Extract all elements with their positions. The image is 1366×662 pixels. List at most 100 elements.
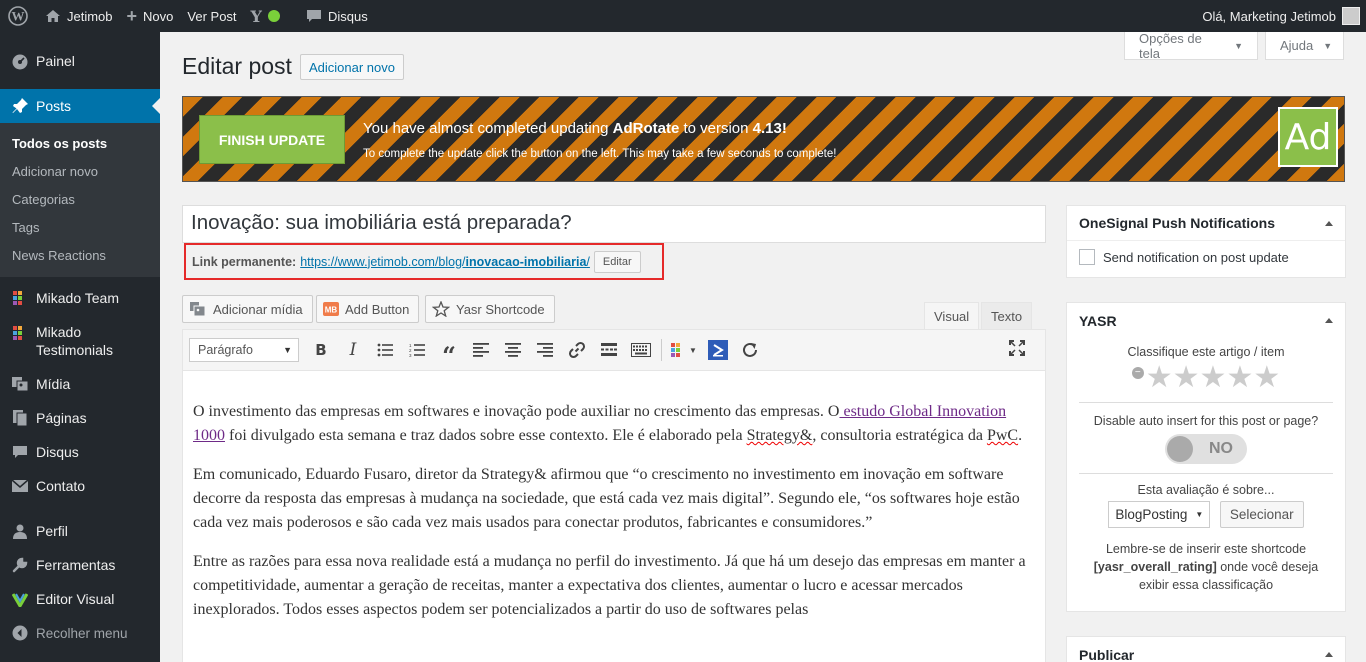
- sidebar-item-mikado-team[interactable]: Mikado Team: [0, 281, 160, 315]
- insert-link-button[interactable]: [561, 336, 593, 364]
- numbered-list-button[interactable]: 123: [401, 336, 433, 364]
- sidebar-item-posts[interactable]: Posts: [0, 89, 160, 123]
- comment-bubble-icon: [10, 442, 30, 462]
- about-label: Esta avaliação é sobre...: [1137, 483, 1275, 497]
- yasr-shortcode-button[interactable]: Yasr Shortcode: [425, 295, 555, 323]
- permalink-url[interactable]: https://www.jetimob.com/blog/inovacao-im…: [300, 255, 590, 269]
- item-type-select[interactable]: BlogPosting ▼: [1108, 501, 1211, 528]
- disqus-shortcode-button[interactable]: [702, 336, 734, 364]
- editor-content[interactable]: O investimento das empresas em softwares…: [183, 371, 1045, 622]
- caret-down-icon: ▼: [283, 345, 292, 355]
- sidebar-item-label: Mikado Team: [36, 290, 120, 306]
- select-item-type-button[interactable]: Selecionar: [1219, 501, 1304, 528]
- read-more-button[interactable]: [593, 336, 625, 364]
- bold-button[interactable]: B: [305, 336, 337, 364]
- clear-rating-icon[interactable]: −: [1131, 367, 1144, 379]
- onesignal-header[interactable]: OneSignal Push Notifications: [1067, 206, 1345, 241]
- add-new-button[interactable]: Adicionar novo: [300, 54, 404, 80]
- yasr-header[interactable]: YASR: [1067, 303, 1345, 338]
- publish-header[interactable]: Publicar: [1067, 637, 1345, 662]
- add-media-button[interactable]: Adicionar mídia: [182, 295, 313, 323]
- star-icon[interactable]: ★: [1173, 363, 1200, 393]
- yoast-seo-link[interactable]: Y: [244, 0, 287, 32]
- chevron-box-icon: [708, 340, 728, 360]
- post-title-input[interactable]: Inovação: sua imobiliária está preparada…: [182, 205, 1046, 243]
- mikado-shortcodes-button[interactable]: ▼: [666, 336, 702, 364]
- star-icon[interactable]: ★: [1200, 363, 1227, 393]
- blockquote-button[interactable]: “: [433, 336, 465, 370]
- mikado-grid-icon: [10, 288, 30, 308]
- toggle-knob: [1167, 436, 1193, 462]
- refresh-button[interactable]: [734, 336, 766, 364]
- add-button-button[interactable]: MB Add Button: [316, 295, 420, 323]
- sidebar-item-label: Mikado Testimonials: [36, 323, 113, 359]
- new-content-link[interactable]: + Novo: [120, 0, 181, 32]
- sidebar-item-painel[interactable]: Painel: [0, 44, 160, 78]
- italic-button[interactable]: I: [337, 336, 369, 364]
- submenu-all-posts[interactable]: Todos os posts: [0, 129, 160, 157]
- finish-update-button[interactable]: FINISH UPDATE: [199, 115, 345, 164]
- disqus-link[interactable]: Disqus: [299, 0, 375, 32]
- sidebar-item-paginas[interactable]: Páginas: [0, 401, 160, 435]
- toolbar-toggle-button[interactable]: [625, 336, 657, 364]
- submenu-tags[interactable]: Tags: [0, 213, 160, 241]
- auto-insert-toggle[interactable]: NO: [1165, 434, 1247, 464]
- shortcode: [yasr_overall_rating]: [1093, 560, 1217, 574]
- star-icon[interactable]: ★: [1226, 363, 1253, 393]
- comment-bubble-icon: [306, 9, 322, 23]
- msg-part: to version: [679, 120, 753, 137]
- sidebar-item-disqus[interactable]: Disqus: [0, 435, 160, 469]
- submenu-categories[interactable]: Categorias: [0, 185, 160, 213]
- caret-up-icon: [1325, 220, 1333, 226]
- submenu-news-reactions[interactable]: News Reactions: [0, 241, 160, 269]
- fullscreen-button[interactable]: [1009, 340, 1025, 359]
- star-rating[interactable]: − ★ ★ ★ ★ ★: [1067, 363, 1345, 393]
- collapse-menu-button[interactable]: Recolher menu: [0, 616, 160, 650]
- view-post-link[interactable]: Ver Post: [180, 0, 243, 32]
- tab-text[interactable]: Texto: [981, 302, 1033, 330]
- sidebar-item-contato[interactable]: Contato: [0, 469, 160, 503]
- edit-permalink-button[interactable]: Editar: [593, 250, 641, 273]
- rate-label: Classifique este artigo / item: [1127, 345, 1285, 359]
- send-notification-checkbox[interactable]: [1079, 249, 1095, 265]
- sidebar-item-mikado-testimonials[interactable]: Mikado Testimonials: [0, 315, 160, 367]
- help-button[interactable]: Ajuda ▼: [1265, 32, 1344, 60]
- star-icon[interactable]: ★: [1146, 363, 1173, 393]
- tab-visual[interactable]: Visual: [924, 302, 980, 330]
- item-type-row: BlogPosting ▼ Selecionar: [1067, 501, 1345, 528]
- yasr-shortcode-label: Yasr Shortcode: [456, 301, 545, 317]
- align-center-button[interactable]: [497, 336, 529, 364]
- select-value: BlogPosting: [1115, 507, 1188, 522]
- sidebar-item-ferramentas[interactable]: Ferramentas: [0, 548, 160, 582]
- star-icon[interactable]: ★: [1253, 363, 1280, 393]
- update-instructions: To complete the update click the button …: [363, 148, 837, 160]
- submenu-add-new[interactable]: Adicionar novo: [0, 157, 160, 185]
- publish-box: Publicar: [1066, 636, 1346, 662]
- align-left-button[interactable]: [465, 336, 497, 364]
- dashboard-icon: [10, 51, 30, 71]
- align-right-button[interactable]: [529, 336, 561, 364]
- sidebar-item-label: Perfil: [36, 523, 68, 539]
- version-number: 4.13: [752, 120, 782, 137]
- sidebar-item-midia[interactable]: Mídia: [0, 367, 160, 401]
- align-left-icon: [473, 343, 489, 357]
- msg-part: !: [781, 120, 787, 137]
- my-account[interactable]: Olá, Marketing Jetimob: [1202, 0, 1366, 32]
- wrench-icon: [10, 555, 30, 575]
- media-icon: [10, 374, 30, 394]
- permalink-end: /: [586, 254, 590, 269]
- add-button-label: Add Button: [345, 301, 410, 317]
- wordpress-logo-icon[interactable]: W: [0, 0, 38, 32]
- update-message: You have almost completed updating AdRot…: [363, 120, 787, 137]
- disqus-label: Disqus: [327, 8, 368, 24]
- text: O investimento das empresas em softwares…: [193, 403, 840, 420]
- sidebar-item-perfil[interactable]: Perfil: [0, 514, 160, 548]
- format-select[interactable]: Parágrafo ▼: [189, 338, 299, 362]
- sidebar-item-editor-visual[interactable]: Editor Visual: [0, 582, 160, 616]
- bulleted-list-button[interactable]: [369, 336, 401, 364]
- sidebar-item-label: Recolher menu: [36, 625, 128, 641]
- screen-options-button[interactable]: Opções de tela ▼: [1124, 31, 1258, 61]
- site-name-link[interactable]: Jetimob: [38, 0, 120, 32]
- help-label: Ajuda: [1280, 38, 1314, 53]
- caret-up-icon: [1325, 652, 1333, 657]
